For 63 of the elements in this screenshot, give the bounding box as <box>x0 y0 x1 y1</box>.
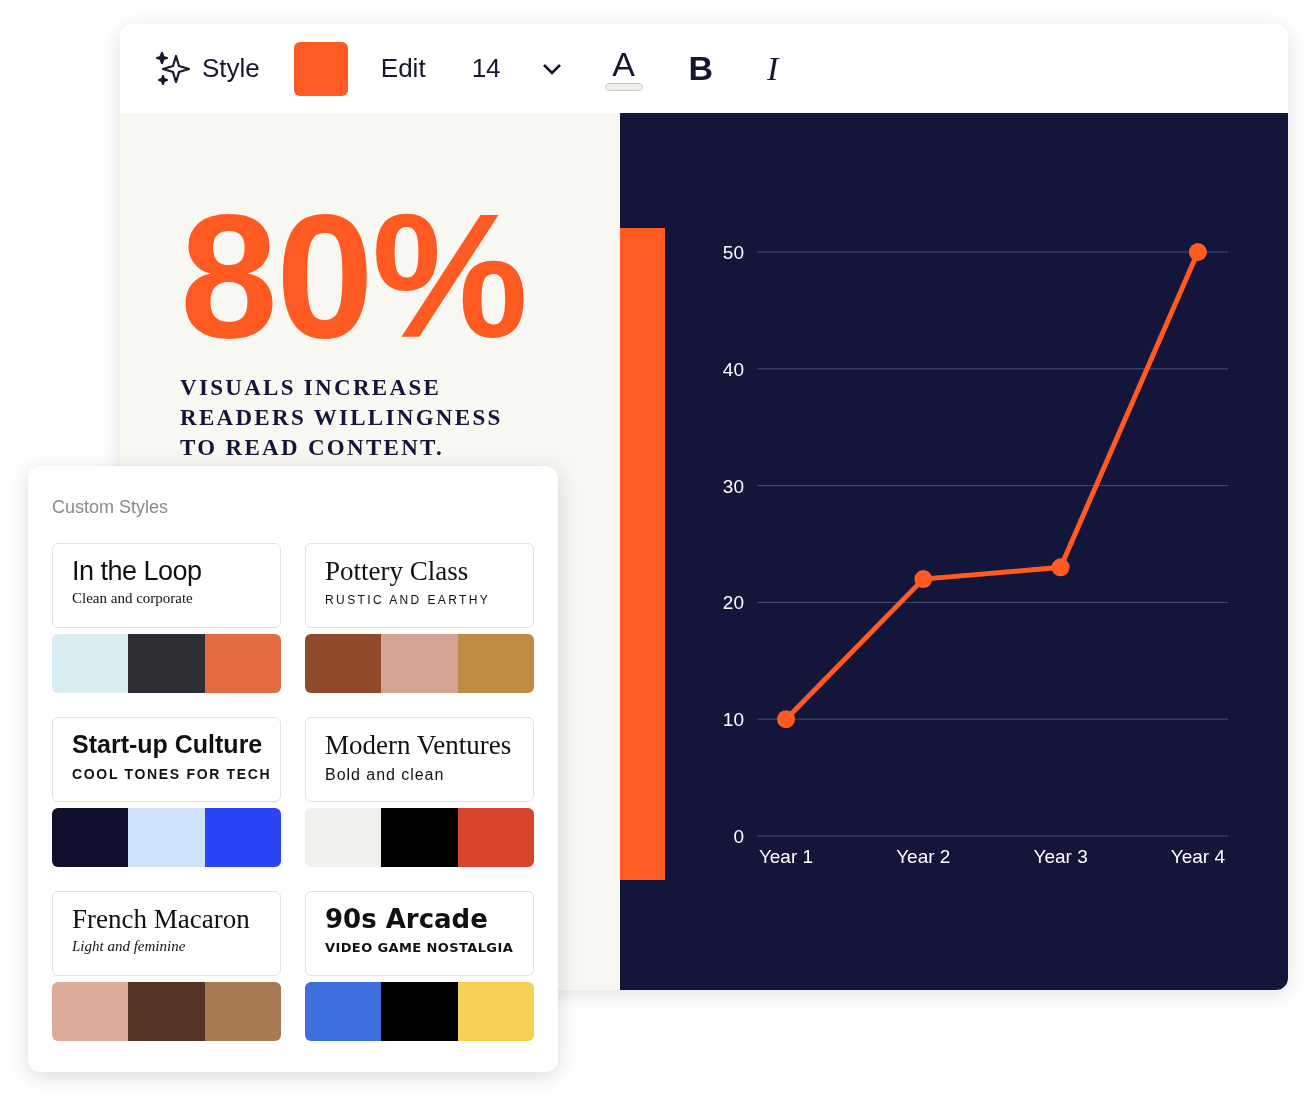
style-card[interactable]: Modern Ventures Bold and clean <box>305 717 534 802</box>
axis-category-label: Year 1 <box>758 846 814 867</box>
data-point <box>1188 243 1207 261</box>
font-size-value: 14 <box>471 52 501 85</box>
style-subtitle: VIDEO GAME NOSTALGIA <box>325 941 515 954</box>
edit-button[interactable]: Edit <box>380 49 426 88</box>
headline-percentage: 80% <box>180 201 527 351</box>
caption-text: VISUALS INCREASE READERS WILLINGNESS TO READ CONTENT. <box>180 374 504 462</box>
style-name: In the Loop <box>72 558 203 585</box>
panel-title: Custom Styles <box>52 498 170 516</box>
style-subtitle: Light and feminine <box>72 939 187 954</box>
italic-button[interactable]: I <box>767 43 779 94</box>
color-swatch[interactable] <box>128 634 205 693</box>
font-size-dropdown[interactable] <box>540 61 563 76</box>
style-name: Modern Ventures <box>325 732 513 759</box>
style-subtitle: Bold and clean <box>325 767 446 783</box>
style-name: 90s Arcade <box>325 906 489 932</box>
style-card[interactable]: Start-up Culture COOL TONES FOR TECH <box>52 717 281 802</box>
color-swatch[interactable] <box>52 982 129 1041</box>
color-swatch[interactable] <box>128 982 205 1041</box>
color-swatch[interactable] <box>52 808 129 867</box>
axis-category-label: Year 4 <box>1170 846 1226 867</box>
axis-tick-label: 0 <box>733 826 744 847</box>
color-swatch[interactable] <box>457 808 534 867</box>
data-point <box>1051 558 1070 577</box>
color-swatch[interactable] <box>52 634 129 693</box>
sparkle-icon <box>154 49 192 88</box>
style-card[interactable]: French Macaron Light and feminine <box>52 891 281 976</box>
style-card[interactable]: 90s Arcade VIDEO GAME NOSTALGIA <box>305 891 534 976</box>
style-name: Start-up Culture <box>72 732 264 757</box>
color-swatch[interactable] <box>204 634 281 693</box>
color-swatch[interactable] <box>305 982 382 1041</box>
axis-category-label: Year 3 <box>1033 846 1088 867</box>
data-point <box>914 570 933 589</box>
color-swatch[interactable] <box>128 808 205 867</box>
color-swatch[interactable] <box>457 982 534 1041</box>
color-swatch[interactable] <box>457 634 534 693</box>
style-subtitle: COOL TONES FOR TECH <box>72 767 273 781</box>
data-point <box>777 710 795 729</box>
color-swatch[interactable] <box>381 808 458 867</box>
axis-tick-label: 40 <box>722 358 744 380</box>
axis-tick-label: 30 <box>722 475 744 497</box>
color-swatch[interactable] <box>381 982 458 1041</box>
axis-tick-label: 50 <box>722 242 744 263</box>
style-card[interactable]: Pottery Class RUSTIC AND EARTHY <box>305 543 534 628</box>
text-color-button[interactable]: A <box>604 46 643 91</box>
color-swatch[interactable] <box>305 808 382 867</box>
color-swatch[interactable] <box>204 808 281 867</box>
color-swatch[interactable] <box>204 982 281 1041</box>
chevron-down-icon <box>540 61 563 76</box>
color-swatch[interactable] <box>293 41 348 96</box>
style-subtitle: RUSTIC AND EARTHY <box>325 594 492 606</box>
axis-tick-label: 10 <box>722 709 744 731</box>
bold-button[interactable]: B <box>688 43 714 94</box>
style-subtitle: Clean and corporate <box>72 591 194 606</box>
axis-tick-label: 20 <box>722 592 744 614</box>
style-button[interactable]: Style <box>154 49 260 88</box>
style-card[interactable]: In the Loop Clean and corporate <box>52 543 281 628</box>
style-name: Pottery Class <box>325 558 470 585</box>
style-name: French Macaron <box>72 906 251 933</box>
axis-category-label: Year 2 <box>896 846 951 867</box>
color-swatch[interactable] <box>305 634 382 693</box>
color-swatch[interactable] <box>381 634 458 693</box>
